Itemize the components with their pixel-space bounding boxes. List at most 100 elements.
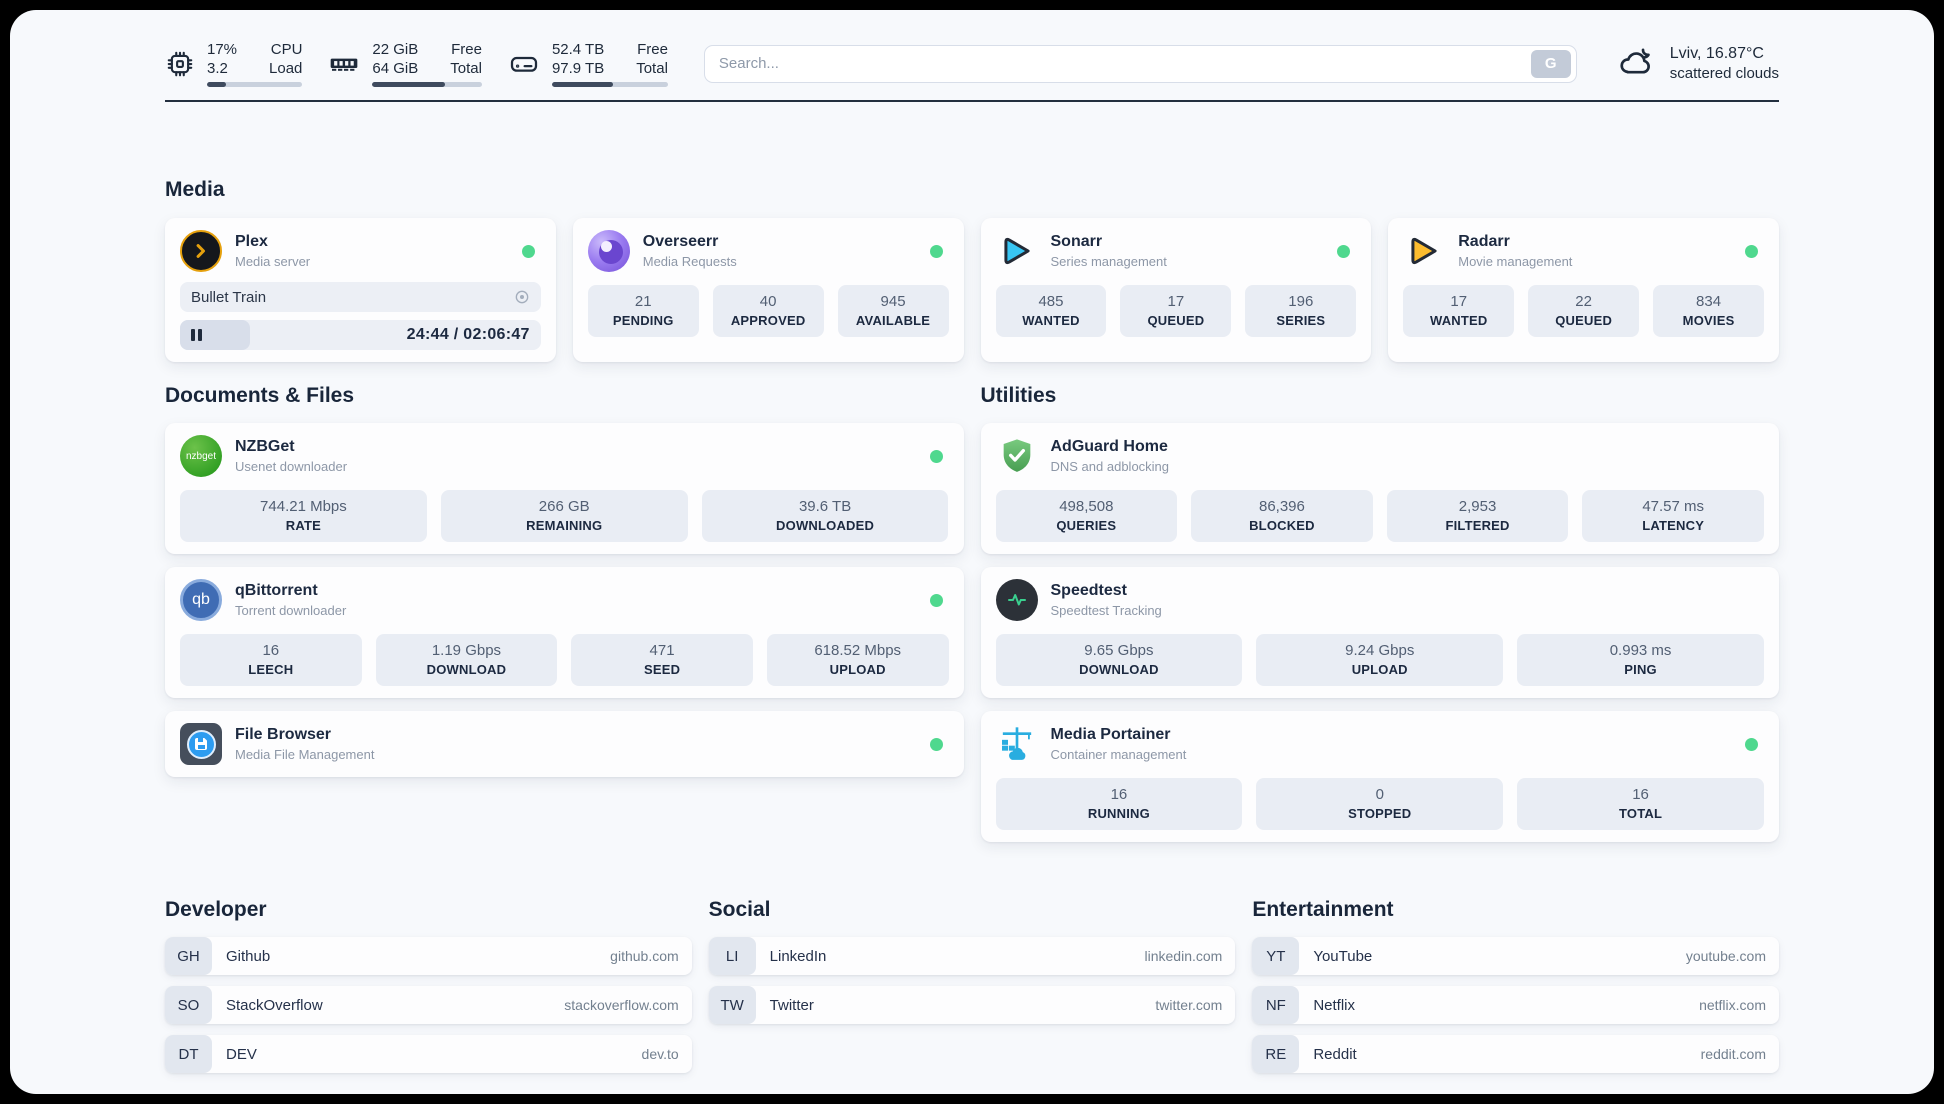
section-title-documents: Documents & Files bbox=[165, 384, 355, 407]
now-playing-title: Bullet Train bbox=[191, 288, 267, 306]
stat-leech: 16 LEECH bbox=[180, 634, 362, 686]
service-name: File Browser bbox=[235, 726, 332, 743]
bookmark-url: netflix.com bbox=[1699, 997, 1766, 1013]
service-name: Overseerr bbox=[642, 233, 719, 250]
cpu-load-value: 3.2 bbox=[207, 60, 228, 77]
stat-blocked: 86,396 BLOCKED bbox=[1191, 490, 1373, 542]
bookmark-stackoverflow[interactable]: SO StackOverflow stackoverflow.com bbox=[165, 986, 692, 1024]
filebrowser-logo bbox=[180, 723, 222, 765]
stat-wanted: 485 WANTED bbox=[995, 285, 1107, 337]
ram-total-value: 64 GiB bbox=[372, 60, 419, 77]
bookmark-twitter[interactable]: TW Twitter twitter.com bbox=[708, 986, 1236, 1024]
bookmark-url: stackoverflow.com bbox=[564, 997, 679, 1013]
service-description: Torrent downloader bbox=[235, 603, 347, 618]
service-description: Media File Management bbox=[235, 747, 375, 762]
nzbget-card[interactable]: nzbget NZBGet Usenet downloader 744.21 M… bbox=[165, 423, 964, 554]
adguard-card[interactable]: AdGuard Home DNS and adblocking 498,508 … bbox=[980, 423, 1779, 554]
dashboard-page: 17% CPU 3.2 Load 22 GiB Free 64 GiB Tota… bbox=[10, 10, 1934, 1094]
cpu-percent: 17% bbox=[207, 41, 238, 58]
bookmark-name: Twitter bbox=[769, 996, 814, 1014]
service-name: NZBGet bbox=[235, 438, 295, 455]
bookmark-abbr: LI bbox=[708, 937, 756, 975]
status-dot bbox=[929, 593, 943, 607]
now-playing-row: Bullet Train bbox=[180, 282, 541, 312]
weather-widget: Lviv, 16.87°C scattered clouds bbox=[1617, 41, 1779, 86]
disk-free-value: 52.4 TB bbox=[551, 41, 605, 58]
bookmarks-developer: Developer GH Github github.com SO StackO… bbox=[165, 898, 692, 1073]
service-name: Plex bbox=[235, 233, 268, 250]
stat-series: 196 SERIES bbox=[1245, 285, 1357, 337]
plex-card[interactable]: Plex Media server Bullet Train 24:44 / 0… bbox=[165, 218, 556, 362]
bookmark-netflix[interactable]: NF Netflix netflix.com bbox=[1252, 986, 1779, 1024]
speedtest-card[interactable]: Speedtest Speedtest Tracking 9.65 Gbps D… bbox=[980, 567, 1779, 698]
plex-logo bbox=[180, 230, 222, 272]
ram-progress-fill bbox=[372, 82, 445, 87]
bookmark-abbr: NF bbox=[1252, 986, 1300, 1024]
playback-progress-row: 24:44 / 02:06:47 bbox=[180, 320, 541, 350]
service-description: Media Requests bbox=[642, 254, 737, 269]
bookmark-dev[interactable]: DT DEV dev.to bbox=[165, 1035, 692, 1073]
overseerr-logo bbox=[587, 230, 630, 272]
bookmark-abbr: RE bbox=[1252, 1035, 1300, 1073]
portainer-logo bbox=[996, 723, 1038, 765]
service-description: Usenet downloader bbox=[235, 459, 348, 474]
bookmark-name: DEV bbox=[226, 1045, 257, 1063]
bookmark-name: YouTube bbox=[1313, 947, 1373, 965]
service-description: Movie management bbox=[1458, 254, 1573, 269]
section-title-media: Media bbox=[165, 178, 225, 201]
service-name: Radarr bbox=[1458, 233, 1510, 250]
disk-widget: 52.4 TB Free 97.9 TB Total bbox=[508, 40, 668, 87]
service-description: Container management bbox=[1050, 747, 1187, 762]
weather-condition: scattered clouds bbox=[1669, 65, 1779, 82]
stat-available: 945 AVAILABLE bbox=[837, 285, 949, 337]
search-engine-button[interactable]: G bbox=[1530, 49, 1571, 78]
bookmark-abbr: DT bbox=[165, 1035, 212, 1073]
bookmark-name: StackOverflow bbox=[226, 996, 323, 1014]
media-grid: Plex Media server Bullet Train 24:44 / 0… bbox=[165, 218, 1779, 362]
sonarr-logo bbox=[996, 230, 1038, 272]
status-dot bbox=[929, 244, 943, 258]
documents-column: Documents & Files nzbget NZBGet Usenet d… bbox=[165, 384, 964, 777]
qbittorrent-card[interactable]: qb qBittorrent Torrent downloader 16 LEE… bbox=[165, 567, 964, 698]
service-name: Media Portainer bbox=[1050, 726, 1171, 743]
radarr-logo bbox=[1403, 230, 1445, 272]
stat-filtered: 2,953 FILTERED bbox=[1386, 490, 1569, 542]
stat-pending: 21 PENDING bbox=[587, 285, 699, 337]
overseerr-card[interactable]: Overseerr Media Requests 21 PENDING 40 A… bbox=[572, 218, 964, 362]
stat-running: 16 RUNNING bbox=[995, 778, 1243, 830]
bookmark-reddit[interactable]: RE Reddit reddit.com bbox=[1252, 1035, 1779, 1073]
status-dot bbox=[1337, 244, 1351, 258]
disk-icon bbox=[508, 48, 540, 80]
stat-queries: 498,508 QUERIES bbox=[995, 490, 1178, 542]
ram-progress-bar bbox=[372, 82, 482, 87]
filebrowser-card[interactable]: File Browser Media File Management bbox=[165, 711, 964, 777]
stat-download: 1.19 Gbps DOWNLOAD bbox=[375, 634, 558, 686]
stat-rate: 744.21 Mbps RATE bbox=[180, 490, 427, 542]
stat-total: 16 TOTAL bbox=[1517, 778, 1764, 830]
camera-icon bbox=[514, 289, 530, 305]
top-bar: 17% CPU 3.2 Load 22 GiB Free 64 GiB Tota… bbox=[165, 10, 1779, 87]
bookmark-github[interactable]: GH Github github.com bbox=[165, 937, 692, 975]
bookmark-youtube[interactable]: YT YouTube youtube.com bbox=[1252, 937, 1779, 975]
portainer-card[interactable]: Media Portainer Container management 16 … bbox=[980, 711, 1779, 842]
stat-movies: 834 MOVIES bbox=[1653, 285, 1765, 337]
qbittorrent-logo: qb bbox=[180, 579, 222, 621]
bookmark-url: github.com bbox=[610, 948, 679, 964]
bookmark-abbr: SO bbox=[165, 986, 212, 1024]
service-description: Media server bbox=[235, 254, 311, 269]
status-dot bbox=[929, 449, 943, 463]
bookmark-linkedin[interactable]: LI LinkedIn linkedin.com bbox=[708, 937, 1236, 975]
resource-widgets: 17% CPU 3.2 Load 22 GiB Free 64 GiB Tota… bbox=[165, 40, 668, 87]
stat-queued: 17 QUEUED bbox=[1120, 285, 1232, 337]
radarr-card[interactable]: Radarr Movie management 17 WANTED 22 QUE… bbox=[1388, 218, 1779, 362]
search-input[interactable] bbox=[718, 55, 1531, 72]
stat-upload: 618.52 Mbps UPLOAD bbox=[766, 634, 949, 686]
sonarr-card[interactable]: Sonarr Series management 485 WANTED 17 Q… bbox=[980, 218, 1372, 362]
status-dot bbox=[1745, 737, 1758, 751]
bookmark-url: twitter.com bbox=[1155, 997, 1223, 1013]
playback-time: 24:44 / 02:06:47 bbox=[406, 326, 530, 343]
bookmark-url: linkedin.com bbox=[1144, 948, 1223, 964]
stat-ping: 0.993 ms PING bbox=[1517, 634, 1764, 686]
service-name: Sonarr bbox=[1050, 233, 1103, 250]
stat-seed: 471 SEED bbox=[571, 634, 753, 686]
